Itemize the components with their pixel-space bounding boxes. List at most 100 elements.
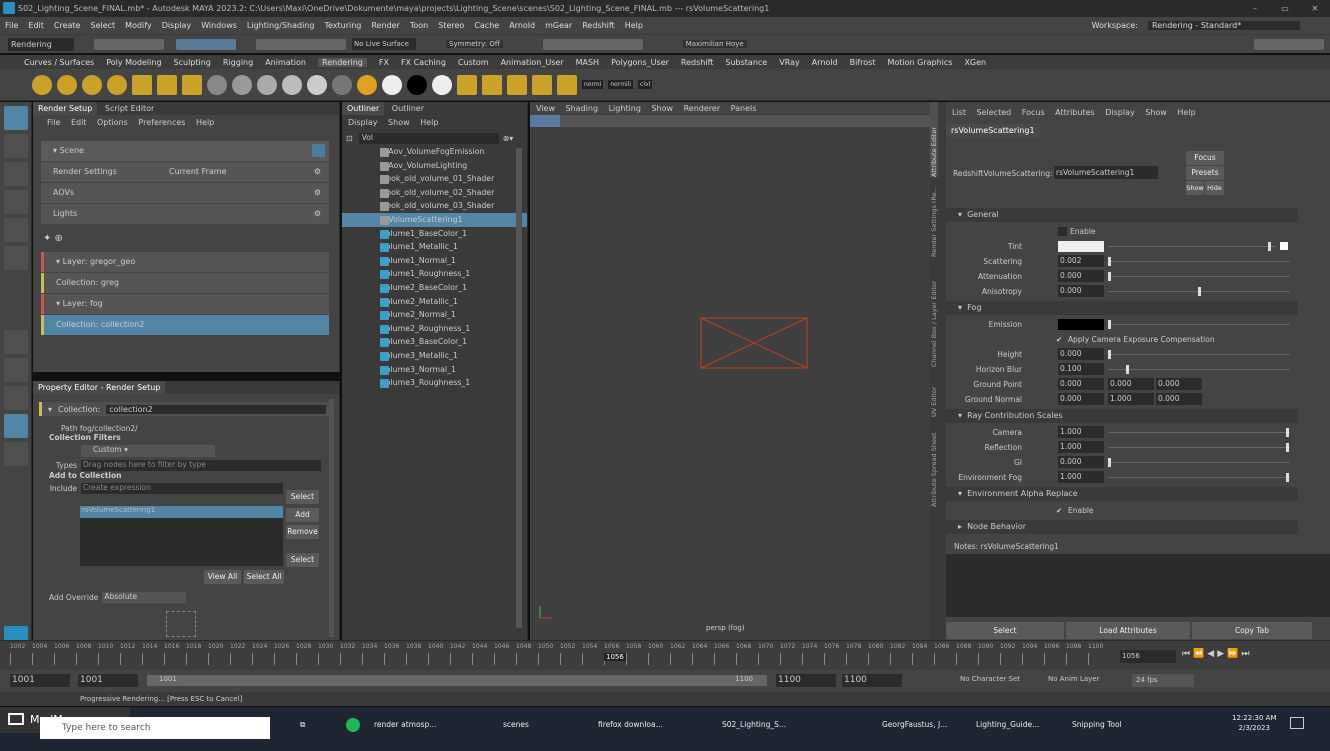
select-all-button[interactable]: Select All — [244, 570, 284, 584]
menu-arnold[interactable]: Arnold — [509, 21, 535, 30]
ae-node-tab[interactable]: rsVolumeScattering1 — [946, 124, 1040, 137]
outliner-item[interactable]: rsAov_VolumeFogEmission — [342, 145, 527, 159]
filter-dropdown[interactable]: Custom ▾ — [81, 445, 215, 457]
attenuation-field[interactable]: 0.000 — [1058, 270, 1104, 282]
gear-icon[interactable]: ⚙ — [314, 162, 321, 182]
render-icon[interactable] — [482, 74, 502, 95]
tab-render-settings[interactable]: Render Settings (Re... — [930, 177, 938, 257]
clear-search-icon[interactable]: ⊗▾ — [503, 134, 514, 143]
spotify-icon[interactable] — [346, 707, 362, 743]
rs-menu-edit[interactable]: Edit — [71, 118, 87, 127]
taskbar-guide[interactable]: Lighting_Guide... — [976, 707, 1066, 743]
menu-toon[interactable]: Toon — [410, 21, 428, 30]
shelf-tab-xgen[interactable]: XGen — [964, 58, 986, 67]
shelf-tab-fxcaching[interactable]: FX Caching — [401, 58, 446, 67]
types-field[interactable]: Drag nodes here to filter by type — [81, 460, 321, 471]
section-ray[interactable]: ▾ Ray Contribution Scales — [946, 409, 1298, 423]
time-slider[interactable]: 1002 1004 1006 1008 1010 1012 1014 1016 1018 1020… — [0, 640, 1330, 670]
menu-edit[interactable]: Edit — [28, 21, 44, 30]
tab-spread-sheet[interactable]: Attribute Spread Sheet — [930, 417, 938, 507]
menu-create[interactable]: Create — [54, 21, 81, 30]
tab-script-editor[interactable]: Script Editor — [100, 102, 159, 115]
outliner-search-input[interactable]: Vol — [358, 132, 499, 144]
layer-row[interactable]: ▾ Layer: fog — [41, 294, 329, 314]
playback-start-field[interactable]: 1001 — [78, 674, 138, 687]
panel-toggle-icons[interactable] — [1254, 38, 1324, 50]
ground-point-z[interactable]: 0.000 — [1156, 378, 1202, 390]
current-frame-field[interactable]: 1056 — [1120, 650, 1176, 663]
playback-controls-icon[interactable]: ⏮⏪◀▶⏩⏭ — [1182, 649, 1252, 659]
ground-normal-x[interactable]: 0.000 — [1058, 393, 1104, 405]
outliner-item[interactable]: Volume2_BaseColor_1 — [342, 281, 527, 295]
enable-checkbox[interactable] — [1058, 227, 1067, 236]
emission-swatch[interactable] — [1058, 319, 1104, 330]
include-field[interactable]: Create expression — [81, 483, 283, 494]
anim-end-field[interactable]: 1100 — [842, 674, 902, 687]
drop-override-icon[interactable] — [166, 611, 196, 637]
sphere-icon[interactable] — [307, 74, 327, 95]
tint-map-icon[interactable] — [1280, 242, 1288, 250]
node-name-field[interactable]: rsVolumeScattering1 — [1054, 166, 1158, 179]
outliner-item[interactable]: Volume1_Roughness_1 — [342, 267, 527, 281]
taskbar-snipping[interactable]: Snipping Tool — [1072, 707, 1152, 743]
shelf-button-normili[interactable]: normili — [608, 80, 634, 89]
scene-visibility-icon[interactable] — [312, 144, 325, 157]
ae-menu-attributes[interactable]: Attributes — [1055, 108, 1095, 117]
rs-menu-file[interactable]: File — [47, 118, 60, 127]
reflection-field[interactable]: 1.000 — [1058, 441, 1104, 453]
vp-menu-panels[interactable]: Panels — [731, 104, 757, 113]
vp-menu-renderer[interactable]: Renderer — [684, 104, 721, 113]
outliner-item[interactable]: Volume3_BaseColor_1 — [342, 335, 527, 349]
menu-texturing[interactable]: Texturing — [324, 21, 361, 30]
section-node-behavior[interactable]: ▸ Node Behavior — [946, 520, 1298, 534]
playback-end-field[interactable]: 1100 — [776, 674, 836, 687]
height-field[interactable]: 0.000 — [1058, 348, 1104, 360]
tab-attribute-editor[interactable]: Attribute Editor — [930, 102, 938, 177]
material-icon[interactable] — [382, 74, 402, 95]
shelf-tab-curves[interactable]: Curves / Surfaces — [24, 58, 94, 67]
render-icon[interactable] — [507, 74, 527, 95]
outliner-menu-show[interactable]: Show — [388, 118, 410, 127]
outliner-item[interactable]: Book_old_volume_02_Shader — [342, 186, 527, 200]
range-bar[interactable]: 1001 1100 — [147, 675, 767, 686]
file-icons[interactable] — [94, 38, 164, 50]
include-list-item[interactable]: rsVolumeScattering1 — [80, 506, 283, 518]
lights-row[interactable]: Lights ⚙ — [41, 204, 329, 224]
filter-icon[interactable]: ⊡ — [346, 134, 353, 143]
outliner-item[interactable]: Volume1_BaseColor_1 — [342, 227, 527, 241]
anisotropy-slider[interactable] — [1108, 287, 1290, 296]
shelf-tab-animation[interactable]: Animation — [265, 58, 306, 67]
outliner-item[interactable]: Volume3_Metallic_1 — [342, 349, 527, 363]
light-icon[interactable] — [107, 74, 127, 95]
menu-modify[interactable]: Modify — [125, 21, 152, 30]
taskbar-search[interactable]: Type here to search — [40, 717, 270, 739]
material-icon[interactable] — [432, 74, 452, 95]
outliner-item[interactable]: Volume2_Roughness_1 — [342, 322, 527, 336]
ae-menu-show[interactable]: Show — [1145, 108, 1167, 117]
task-view-icon[interactable]: ⧉ — [300, 707, 316, 743]
clock[interactable]: 12:22:30 AM 2/3/2023 — [1232, 713, 1277, 733]
anim-layer-dropdown[interactable]: No Anim Layer — [1048, 675, 1099, 683]
user-dropdown[interactable]: Maximilian Hoye — [682, 40, 747, 48]
ae-menu-display[interactable]: Display — [1105, 108, 1135, 117]
enable2-checkbox[interactable]: ✔ — [1056, 503, 1062, 518]
mode-dropdown[interactable]: Rendering — [8, 37, 74, 51]
rs-menu-help[interactable]: Help — [196, 118, 214, 127]
scale-tool-icon[interactable] — [4, 246, 28, 270]
gear-icon[interactable]: ⚙ — [314, 204, 321, 224]
ground-normal-y[interactable]: 1.000 — [1108, 393, 1154, 405]
ae-menu-help[interactable]: Help — [1177, 108, 1195, 117]
viewport-toolbar[interactable] — [530, 115, 930, 127]
taskbar-maya[interactable]: S02_Lighting_S... — [722, 707, 812, 743]
render-icons[interactable] — [542, 38, 643, 50]
collection-row-selected[interactable]: Collection: collection2 — [41, 315, 329, 335]
layout-four-icon[interactable] — [4, 358, 28, 382]
current-frame-marker[interactable]: 1056 — [604, 653, 626, 661]
layer-row[interactable]: ▾ Layer: gregor_geo — [41, 252, 329, 272]
shelf-tab-mash[interactable]: MASH — [576, 58, 599, 67]
attenuation-slider[interactable] — [1108, 272, 1290, 281]
ae-menu-list[interactable]: List — [952, 108, 966, 117]
tint-swatch[interactable] — [1058, 241, 1104, 252]
shelf-button-normi[interactable]: normi — [582, 80, 604, 89]
light-icon[interactable] — [57, 74, 77, 95]
